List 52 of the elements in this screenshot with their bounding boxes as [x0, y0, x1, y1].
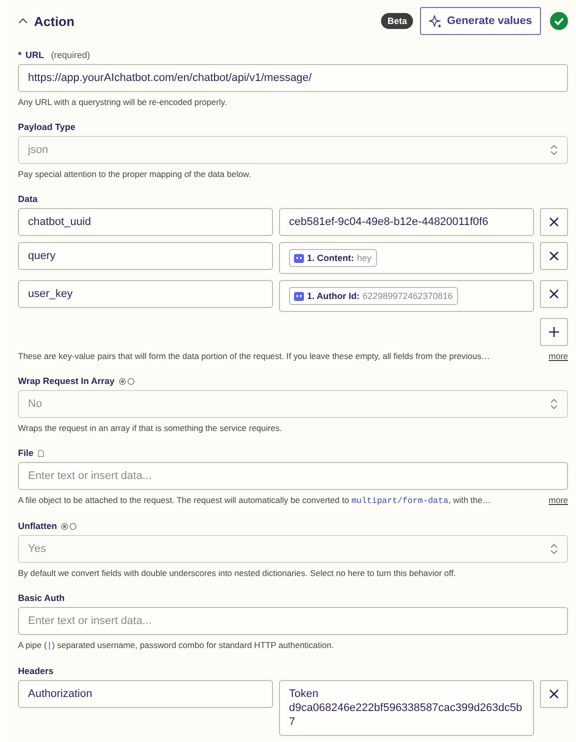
add-button[interactable] — [540, 318, 568, 346]
input-field[interactable]: Enter text or insert data... — [18, 462, 568, 490]
close-icon — [549, 217, 559, 227]
help-text: By default we convert fields with double underscores into nested dictionaries. Select no here to turn this behavior off. — [18, 568, 457, 578]
chat-icon — [294, 254, 304, 262]
value-field[interactable]: Token d9ca068246e222bf596338587cac399d263dc5b7 — [279, 680, 534, 736]
key-field[interactable]: Authorization — [18, 680, 273, 708]
help-text: A pipe (|) separated username, password combo for standard HTTP authentication. — [18, 640, 335, 651]
value-field[interactable]: 1. Content: hey — [279, 242, 534, 274]
chevron-icon — [550, 144, 558, 156]
field-label: Headers — [18, 666, 54, 676]
remove-button[interactable] — [540, 242, 568, 270]
input-field[interactable]: Enter text or insert data... — [18, 607, 568, 635]
field-label: Unflatten — [18, 521, 57, 531]
input-field[interactable]: https://app.yourAIchatbot.com/en/chatbot/api/v1/message/ — [18, 64, 568, 92]
plus-icon — [549, 327, 559, 337]
remove-button[interactable] — [540, 280, 568, 308]
key-field[interactable]: chatbot_uuid — [18, 208, 273, 236]
more-link[interactable]: more — [548, 351, 568, 361]
close-icon — [549, 251, 559, 261]
more-link[interactable]: more — [548, 495, 568, 506]
field-label: URL — [26, 50, 44, 60]
collapse-icon[interactable] — [18, 16, 28, 26]
section-title: Action — [34, 14, 74, 28]
chevron-icon — [550, 543, 558, 555]
beta-badge: Beta — [381, 13, 413, 29]
help-text: Any URL with a querystring will be re-encoded properly. — [18, 97, 228, 107]
help-text: A file object to be attached to the request. The request will automatically be converted to multipart/form-data, with the… — [18, 495, 492, 506]
value-field[interactable]: 1. Author Id: 622989972462370816 — [279, 280, 534, 312]
chevron-icon — [550, 398, 558, 410]
value-field[interactable]: ceb581ef-9c04-49e8-b12e-44820011f0f6 — [279, 208, 534, 236]
chat-icon — [294, 292, 304, 300]
key-field[interactable]: user_key — [18, 280, 273, 308]
key-field[interactable]: query — [18, 242, 273, 270]
remove-button[interactable] — [540, 680, 568, 708]
sparkle-icon — [429, 14, 442, 28]
field-label: Wrap Request In Array — [18, 376, 115, 386]
data-pill[interactable]: 1. Author Id: 622989972462370816 — [289, 287, 458, 305]
remove-button[interactable] — [540, 208, 568, 236]
field-label: File — [18, 448, 34, 458]
field-label: Basic Auth — [18, 593, 65, 603]
help-text: These are key-value pairs that will form the data portion of the request. If you leave these empty, all fields from the previous… — [18, 351, 491, 361]
close-icon — [549, 289, 559, 299]
data-pill[interactable]: 1. Content: hey — [289, 249, 377, 267]
field-label: Data — [18, 194, 38, 204]
required-note: (required) — [51, 50, 90, 60]
required-mark: * — [18, 50, 22, 60]
close-icon — [549, 689, 559, 699]
help-text: Pay special attention to the proper mapping of the data below. — [18, 169, 252, 179]
field-label: Payload Type — [18, 122, 76, 132]
generate-button[interactable]: Generate values — [420, 7, 541, 35]
help-text: Wraps the request in an array if that is something the service requires. — [18, 423, 283, 433]
